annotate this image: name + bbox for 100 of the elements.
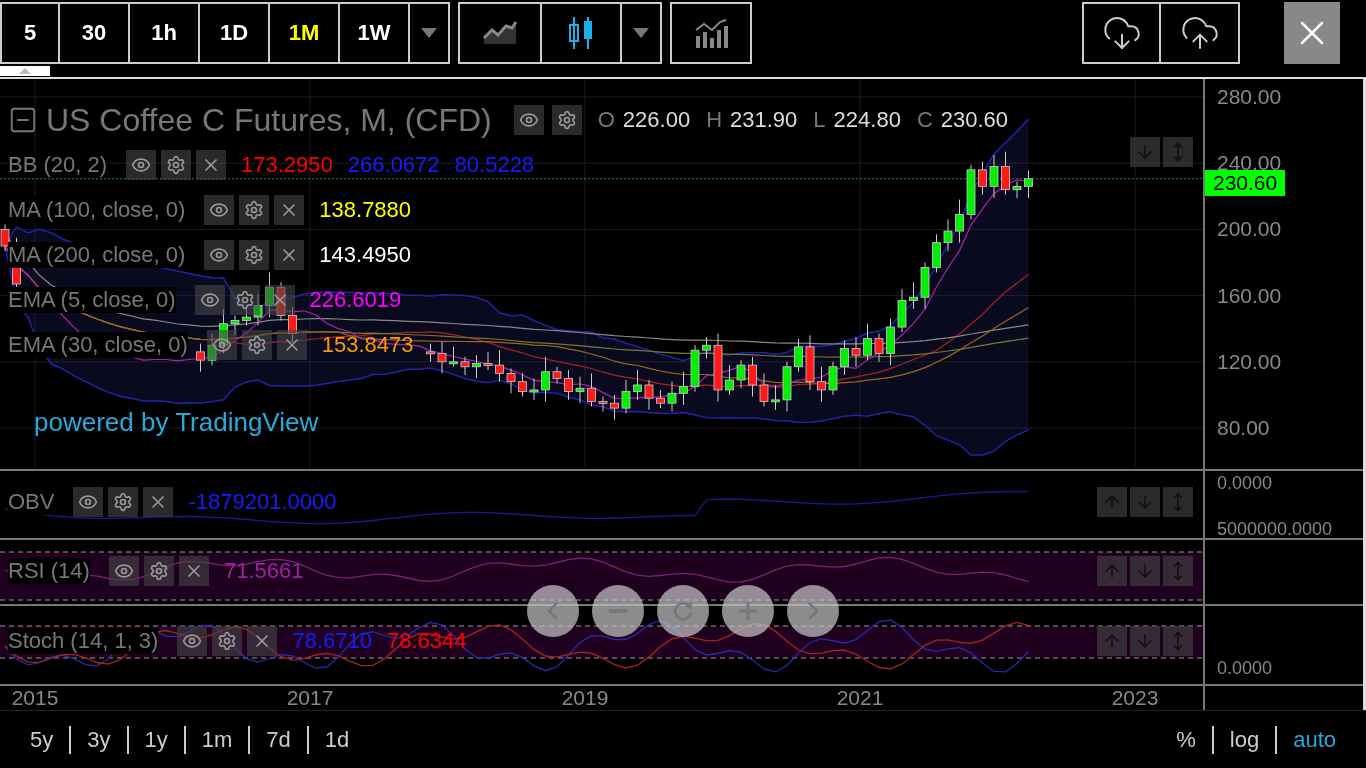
reset-icon — [673, 601, 693, 621]
settings-button[interactable] — [108, 487, 139, 517]
year-label: 2017 — [286, 686, 334, 710]
candle — [0, 223, 10, 252]
remove-button[interactable] — [264, 285, 295, 315]
range-button[interactable]: 7d — [250, 726, 307, 753]
settings-button[interactable] — [551, 105, 582, 135]
candle — [1001, 151, 1010, 196]
candle — [529, 377, 539, 401]
range-button[interactable]: 1m — [185, 726, 249, 753]
candle — [621, 379, 631, 414]
visibility-button[interactable] — [206, 330, 237, 360]
candle — [955, 199, 964, 244]
scale-option[interactable]: auto — [1277, 726, 1352, 753]
settings-button[interactable] — [239, 240, 270, 270]
candle — [748, 356, 757, 398]
ohlc-label: C — [916, 107, 933, 133]
ohlc-value: 224.80 — [833, 107, 901, 133]
indicator-name: RSI (14) — [8, 558, 90, 584]
range-button[interactable]: 3y — [71, 726, 127, 753]
range-button[interactable]: 5y — [14, 726, 70, 753]
candle — [851, 336, 861, 368]
candle — [863, 323, 872, 361]
price-tick: 200.00 — [1217, 217, 1282, 242]
settings-button[interactable] — [212, 626, 243, 656]
area-chart-icon — [482, 20, 518, 46]
candle — [656, 389, 665, 409]
scale-option[interactable]: log — [1213, 726, 1276, 753]
settings-icon — [244, 200, 265, 220]
visibility-button[interactable] — [513, 105, 544, 135]
range-button[interactable]: 1y — [128, 726, 184, 753]
branding-text[interactable]: powered by TradingView — [34, 407, 319, 438]
candle — [541, 356, 550, 402]
zoom-in-button[interactable] — [722, 585, 774, 637]
settings-button[interactable] — [161, 150, 192, 180]
candle — [886, 318, 895, 366]
zoom-out-button[interactable] — [592, 585, 644, 637]
candle — [230, 314, 240, 336]
visibility-button[interactable] — [194, 285, 225, 315]
candle — [725, 364, 734, 396]
visibility-button[interactable] — [204, 240, 235, 270]
remove-button[interactable] — [274, 195, 305, 225]
caret-icon — [421, 28, 437, 38]
candle — [1024, 170, 1033, 199]
visibility-button[interactable] — [108, 556, 139, 586]
settings-icon — [244, 245, 265, 265]
caret-up-icon — [19, 68, 31, 74]
settings-button[interactable] — [241, 330, 272, 360]
value-tick: 0.0000 — [1217, 472, 1273, 494]
collapse-icon[interactable] — [8, 105, 38, 135]
bar-chart-icon — [694, 18, 728, 48]
year-label: 2019 — [561, 686, 609, 710]
indicator-name: MA (200, close, 0) — [8, 242, 186, 268]
candle — [702, 336, 711, 359]
indicator-value: 153.8473 — [321, 332, 414, 358]
range-button[interactable]: 1d — [308, 726, 366, 753]
candle — [759, 372, 769, 407]
candle — [426, 343, 435, 363]
candle — [817, 366, 826, 402]
price-tick: 120.00 — [1217, 349, 1282, 374]
year-label: 2021 — [836, 686, 884, 710]
candle — [437, 341, 447, 374]
settings-button[interactable] — [143, 556, 174, 586]
remove-button[interactable] — [196, 150, 227, 180]
settings-icon — [217, 631, 238, 651]
visibility-button[interactable] — [73, 487, 104, 517]
last-price-label: 230.60 — [1205, 169, 1286, 196]
settings-icon — [166, 155, 187, 175]
visibility-button[interactable] — [204, 195, 235, 225]
indicator-value: 266.0672 — [347, 152, 440, 178]
candle — [966, 164, 976, 220]
symbol-title: US Coffee C Futures, M, (CFD) — [46, 101, 492, 139]
remove-button[interactable] — [276, 330, 307, 360]
candle — [989, 154, 999, 199]
indicator-value: 173.2950 — [241, 152, 333, 178]
ohlc-label: O — [597, 107, 615, 133]
settings-button[interactable] — [229, 285, 260, 315]
indicator-value: 226.6019 — [309, 287, 402, 313]
scroll-left-button[interactable] — [527, 585, 579, 637]
settings-button[interactable] — [239, 195, 270, 225]
remove-button[interactable] — [274, 240, 305, 270]
remove-button[interactable] — [143, 487, 174, 517]
visibility-button[interactable] — [177, 626, 208, 656]
candle — [598, 396, 608, 412]
candle — [633, 369, 642, 401]
candle — [564, 369, 573, 401]
visibility-button[interactable] — [126, 150, 157, 180]
candle — [276, 281, 286, 321]
ohlc-value: 231.90 — [730, 107, 798, 133]
price-tick: 280.00 — [1217, 85, 1282, 109]
remove-button[interactable] — [247, 626, 278, 656]
scroll-thumb[interactable] — [0, 66, 50, 76]
remove-button[interactable] — [178, 556, 209, 586]
scale-option[interactable]: % — [1160, 726, 1212, 753]
ohlc-value: 226.00 — [622, 107, 691, 133]
close-button[interactable] — [1284, 2, 1340, 64]
reset-button[interactable] — [657, 585, 709, 637]
candle — [207, 333, 217, 366]
scroll-right-button[interactable] — [787, 585, 839, 637]
candle — [219, 308, 228, 354]
